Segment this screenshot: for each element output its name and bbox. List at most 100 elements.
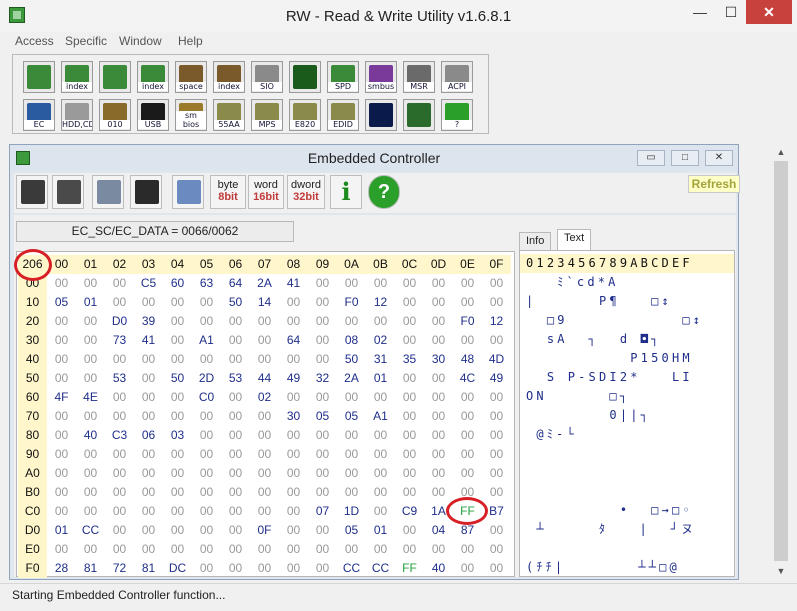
- hex-cell[interactable]: 2A: [337, 369, 366, 388]
- hex-cell[interactable]: 00: [453, 293, 482, 312]
- hex-cell[interactable]: 30: [279, 407, 308, 426]
- hex-cell[interactable]: 00: [453, 464, 482, 483]
- hex-cell[interactable]: C0: [192, 388, 221, 407]
- hex-cell[interactable]: 00: [76, 464, 105, 483]
- smbus-button[interactable]: smbus: [365, 61, 397, 93]
- hex-cell[interactable]: 00: [163, 464, 192, 483]
- hex-cell[interactable]: 00: [308, 426, 337, 445]
- hex-cell[interactable]: 00: [279, 540, 308, 559]
- hex-cell[interactable]: 00: [221, 483, 250, 502]
- hex-cell[interactable]: 00: [424, 540, 453, 559]
- hex-cell[interactable]: 00: [453, 274, 482, 293]
- hex-cell[interactable]: 00: [105, 407, 134, 426]
- hex-cell[interactable]: 00: [482, 407, 511, 426]
- hex-cell[interactable]: 73: [105, 331, 134, 350]
- hex-cell[interactable]: 00: [163, 312, 192, 331]
- hex-cell[interactable]: 00: [337, 483, 366, 502]
- hex-cell[interactable]: 00: [279, 293, 308, 312]
- hex-cell[interactable]: 00: [395, 445, 424, 464]
- hex-cell[interactable]: 00: [337, 540, 366, 559]
- hex-cell[interactable]: F0: [337, 293, 366, 312]
- hex-cell[interactable]: 00: [221, 388, 250, 407]
- hex-cell[interactable]: 00: [337, 445, 366, 464]
- hex-cell[interactable]: 00: [134, 293, 163, 312]
- memory-index-button[interactable]: index: [137, 61, 169, 93]
- hex-cell[interactable]: 00: [163, 540, 192, 559]
- hex-cell[interactable]: 00: [47, 445, 76, 464]
- hex-cell[interactable]: 00: [395, 540, 424, 559]
- hex-cell[interactable]: 01: [366, 521, 395, 540]
- hex-cell[interactable]: 00: [105, 483, 134, 502]
- smbios-button[interactable]: sm bios: [175, 99, 207, 131]
- hex-cell[interactable]: 00: [105, 388, 134, 407]
- hex-cell[interactable]: 00: [308, 483, 337, 502]
- hex-cell[interactable]: 41: [279, 274, 308, 293]
- rom-button[interactable]: 55AA: [213, 99, 245, 131]
- hex-cell[interactable]: 02: [250, 388, 279, 407]
- hex-cell[interactable]: 00: [192, 407, 221, 426]
- super-io-button[interactable]: SIO: [251, 61, 283, 93]
- hex-cell[interactable]: 00: [250, 407, 279, 426]
- hex-cell[interactable]: 2D: [192, 369, 221, 388]
- hex-cell[interactable]: 00: [47, 426, 76, 445]
- hex-cell[interactable]: 00: [395, 426, 424, 445]
- hex-cell[interactable]: 00: [192, 521, 221, 540]
- hex-cell[interactable]: 81: [134, 559, 163, 578]
- hex-cell[interactable]: 00: [453, 331, 482, 350]
- hex-cell[interactable]: 00: [221, 350, 250, 369]
- hex-cell[interactable]: 4D: [482, 350, 511, 369]
- hex-cell[interactable]: 01: [47, 521, 76, 540]
- hex-cell[interactable]: 00: [105, 445, 134, 464]
- hex-cell[interactable]: 00: [47, 331, 76, 350]
- hex-cell[interactable]: 39: [134, 312, 163, 331]
- hex-cell[interactable]: 00: [163, 350, 192, 369]
- hex-cell[interactable]: 00: [76, 407, 105, 426]
- hex-cell[interactable]: 00: [250, 426, 279, 445]
- hex-cell[interactable]: 00: [221, 331, 250, 350]
- hex-cell[interactable]: 00: [105, 502, 134, 521]
- hex-cell[interactable]: 00: [482, 540, 511, 559]
- hex-cell[interactable]: 05: [337, 407, 366, 426]
- hex-cell[interactable]: 00: [366, 388, 395, 407]
- hex-cell[interactable]: 00: [105, 350, 134, 369]
- hex-cell[interactable]: 00: [482, 445, 511, 464]
- hex-cell[interactable]: 00: [395, 483, 424, 502]
- hex-cell[interactable]: 00: [47, 502, 76, 521]
- hex-cell[interactable]: 53: [105, 369, 134, 388]
- hex-cell[interactable]: 00: [453, 426, 482, 445]
- hex-cell[interactable]: 00: [163, 388, 192, 407]
- hex-cell[interactable]: 00: [308, 521, 337, 540]
- minimize-button[interactable]: —: [684, 0, 716, 24]
- hex-cell[interactable]: 00: [192, 426, 221, 445]
- hex-cell[interactable]: 00: [279, 483, 308, 502]
- hex-cell[interactable]: 00: [424, 388, 453, 407]
- hex-cell[interactable]: 00: [250, 312, 279, 331]
- hex-cell[interactable]: 00: [47, 483, 76, 502]
- usb-button[interactable]: USB: [137, 99, 169, 131]
- hex-cell[interactable]: 01: [76, 293, 105, 312]
- hex-cell[interactable]: 00: [163, 293, 192, 312]
- menu-help[interactable]: Help: [178, 34, 203, 48]
- hex-cell[interactable]: 00: [279, 521, 308, 540]
- hex-cell[interactable]: 00: [308, 331, 337, 350]
- find-button[interactable]: [130, 175, 162, 209]
- hex-cell[interactable]: CC: [337, 559, 366, 578]
- hex-cell[interactable]: 00: [134, 369, 163, 388]
- hex-cell[interactable]: 00: [395, 464, 424, 483]
- scroll-thumb[interactable]: [774, 161, 788, 561]
- hex-cell[interactable]: 00: [134, 388, 163, 407]
- hex-cell[interactable]: 00: [279, 464, 308, 483]
- hex-cell[interactable]: 00: [250, 445, 279, 464]
- hex-cell[interactable]: 05: [47, 293, 76, 312]
- help-button[interactable]: ?: [441, 99, 473, 131]
- hex-cell[interactable]: 00: [366, 483, 395, 502]
- hex-cell[interactable]: 00: [482, 426, 511, 445]
- hex-cell[interactable]: 50: [337, 350, 366, 369]
- hex-cell[interactable]: 12: [366, 293, 395, 312]
- acpi-button[interactable]: ACPI: [441, 61, 473, 93]
- spd-button[interactable]: SPD: [327, 61, 359, 93]
- msr-button[interactable]: MSR: [403, 61, 435, 93]
- hex-cell[interactable]: 00: [76, 540, 105, 559]
- hex-cell[interactable]: 1D: [337, 502, 366, 521]
- hex-cell[interactable]: 00: [453, 388, 482, 407]
